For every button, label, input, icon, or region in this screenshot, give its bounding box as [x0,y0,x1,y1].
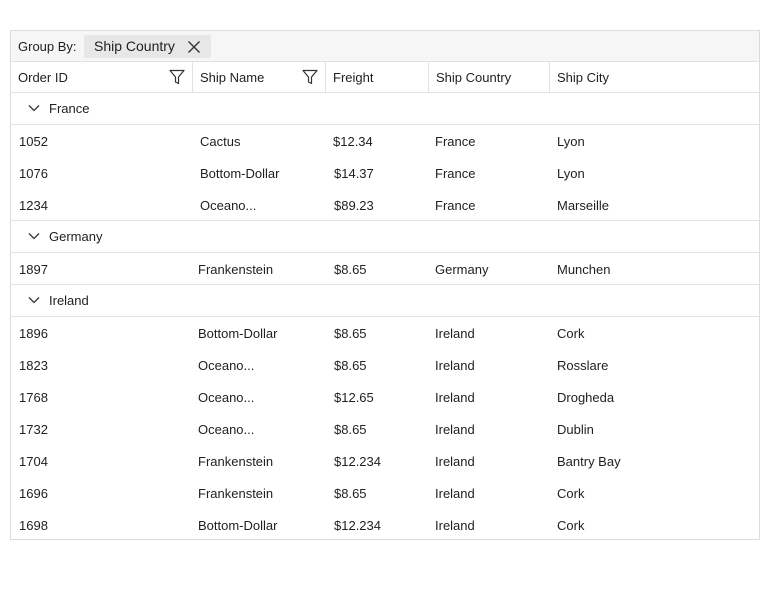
cell-ship-city: Bantry Bay [557,454,621,469]
cell-ship-name: Bottom-Dollar [200,166,280,181]
cell-freight: $8.65 [334,326,367,341]
cell-ship-name: Bottom-Dollar [198,518,278,533]
table-row[interactable]: 1823 Oceano... $8.65 Ireland Rosslare [11,349,759,381]
cell-ship-country: Ireland [435,326,475,341]
group-chip-label: Ship Country [94,38,175,54]
cell-ship-country: France [435,198,476,213]
cell-ship-country: Ireland [435,390,475,405]
filter-icon[interactable] [169,69,185,85]
column-header-label: Freight [333,70,374,85]
column-header-row: Order ID Ship Name Freight Ship Country … [11,62,759,93]
cell-ship-city: Drogheda [557,390,615,405]
cell-order-id: 1052 [19,134,48,149]
table-row[interactable]: 1768 Oceano... $12.65 Ireland Drogheda [11,381,759,413]
cell-freight: $8.65 [334,422,367,437]
cell-ship-country: Ireland [435,486,475,501]
close-icon[interactable] [187,40,201,54]
chevron-down-icon[interactable] [28,102,40,114]
cell-ship-city: Cork [557,486,585,501]
cell-ship-name: Cactus [200,134,241,149]
table-row[interactable]: 1076 Bottom-Dollar $14.37 France Lyon [11,157,759,189]
cell-ship-city: Lyon [557,134,585,149]
cell-ship-name: Frankenstein [198,262,274,277]
cell-ship-name: Oceano... [198,422,255,437]
table-row[interactable]: 1704 Frankenstein $12.234 Ireland Bantry… [11,445,759,477]
cell-ship-name: Oceano... [200,198,257,213]
chevron-down-icon[interactable] [28,294,40,306]
cell-order-id: 1768 [19,390,48,405]
group-row-france[interactable]: France [11,93,759,125]
table-row[interactable]: 1234 Oceano... $89.23 France Marseille [11,189,759,221]
cell-ship-name: Frankenstein [198,454,274,469]
column-header-ship-city[interactable]: Ship City [550,62,759,92]
column-header-label: Ship City [557,70,610,85]
cell-ship-country: Ireland [435,358,475,373]
cell-freight: $12.34 [333,134,373,149]
cell-ship-name: Frankenstein [198,486,274,501]
column-header-label: Ship Country [436,70,512,85]
cell-ship-name: Bottom-Dollar [198,326,278,341]
column-header-ship-name[interactable]: Ship Name [193,62,326,92]
cell-ship-country: Ireland [435,518,475,533]
cell-freight: $12.234 [334,454,381,469]
cell-ship-city: Dublin [557,422,594,437]
cell-ship-city: Cork [557,518,585,533]
group-by-label: Group By: [18,39,77,54]
cell-ship-name: Oceano... [198,390,255,405]
cell-ship-country: Ireland [435,454,475,469]
group-row-germany[interactable]: Germany [11,221,759,253]
cell-freight: $14.37 [334,166,374,181]
cell-freight: $8.65 [334,486,367,501]
cell-freight: $89.23 [334,198,374,213]
group-by-bar: Group By: Ship Country [11,31,759,62]
cell-order-id: 1234 [19,198,48,213]
table-row[interactable]: 1896 Bottom-Dollar $8.65 Ireland Cork [11,317,759,349]
cell-order-id: 1696 [19,486,48,501]
column-header-order-id[interactable]: Order ID [11,62,193,92]
table-row[interactable]: 1696 Frankenstein $8.65 Ireland Cork [11,477,759,509]
data-grid: Group By: Ship Country Order ID Ship Nam… [10,30,760,540]
cell-order-id: 1896 [19,326,48,341]
column-header-freight[interactable]: Freight [326,62,429,92]
cell-ship-country: Ireland [435,422,475,437]
cell-order-id: 1704 [19,454,48,469]
filter-icon[interactable] [302,69,318,85]
cell-ship-country: France [435,134,476,149]
cell-ship-country: France [435,166,476,181]
cell-ship-name: Oceano... [198,358,255,373]
cell-ship-city: Cork [557,326,585,341]
cell-freight: $8.65 [334,262,367,277]
group-label: France [49,101,90,116]
table-row[interactable]: 1698 Bottom-Dollar $12.234 Ireland Cork [11,509,759,541]
cell-ship-city: Munchen [557,262,611,277]
cell-order-id: 1698 [19,518,48,533]
cell-freight: $12.234 [334,518,381,533]
cell-order-id: 1076 [19,166,48,181]
cell-order-id: 1823 [19,358,48,373]
column-header-label: Order ID [18,70,68,85]
cell-order-id: 1732 [19,422,48,437]
cell-freight: $8.65 [334,358,367,373]
table-row[interactable]: 1052 Cactus $12.34 France Lyon [11,125,759,157]
cell-order-id: 1897 [19,262,48,277]
group-label: Germany [49,229,103,244]
chevron-down-icon[interactable] [28,230,40,242]
group-chip-ship-country[interactable]: Ship Country [84,35,211,58]
cell-freight: $12.65 [334,390,374,405]
group-row-ireland[interactable]: Ireland [11,285,759,317]
cell-ship-city: Lyon [557,166,585,181]
table-row[interactable]: 1732 Oceano... $8.65 Ireland Dublin [11,413,759,445]
table-row[interactable]: 1897 Frankenstein $8.65 Germany Munchen [11,253,759,285]
cell-ship-city: Marseille [557,198,610,213]
group-label: Ireland [49,293,89,308]
column-header-ship-country[interactable]: Ship Country [429,62,550,92]
cell-ship-country: Germany [435,262,489,277]
cell-ship-city: Rosslare [557,358,609,373]
column-header-label: Ship Name [200,70,265,85]
